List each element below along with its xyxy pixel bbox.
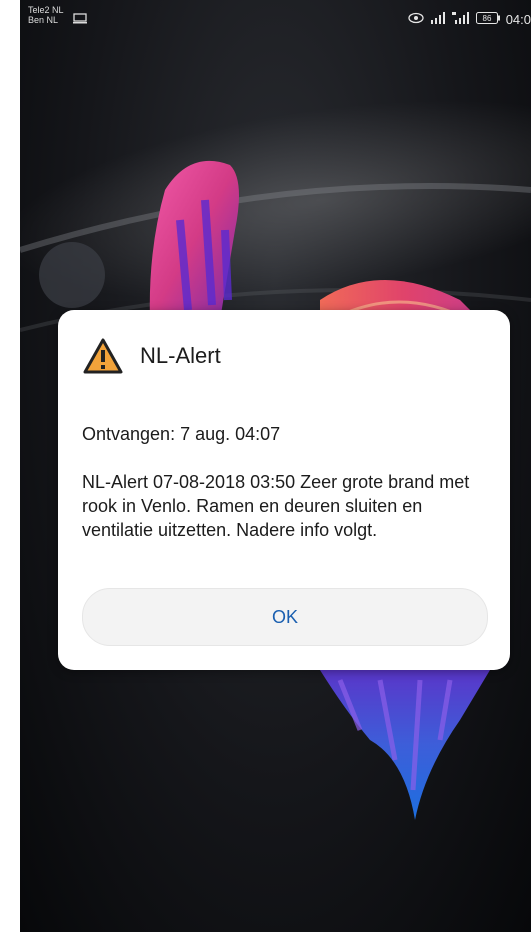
carrier-name-1: Tele2 NL (28, 5, 64, 15)
signal-icon (430, 12, 446, 27)
alert-message: NL-Alert 07-08-2018 03:50 Zeer grote bra… (82, 472, 470, 540)
battery-icon: 86 (475, 12, 500, 27)
carrier-info: Tele2 NL Ben NL (28, 5, 64, 25)
ok-button[interactable]: OK (82, 588, 488, 646)
status-bar: Tele2 NL Ben NL 86 04:0 (20, 0, 531, 44)
nl-alert-dialog: NL-Alert Ontvangen: 7 aug. 04:07 NL-Aler… (58, 310, 510, 670)
warning-icon (82, 337, 124, 375)
clock: 04:0 (505, 12, 531, 27)
dialog-title: NL-Alert (140, 343, 221, 368)
phone-screen: Tele2 NL Ben NL 86 04:0 NL-Alert Ontvang… (20, 0, 531, 932)
cast-icon (73, 11, 87, 29)
received-timestamp: Ontvangen: 7 aug. 04:07 (82, 424, 281, 444)
dialog-header: NL-Alert (82, 334, 221, 378)
battery-level: 86 (482, 14, 491, 23)
signal-4g-icon (451, 12, 470, 27)
status-icons: 86 04:0 (408, 12, 531, 27)
eye-icon (408, 12, 424, 27)
carrier-name-2: Ben NL (28, 15, 59, 25)
